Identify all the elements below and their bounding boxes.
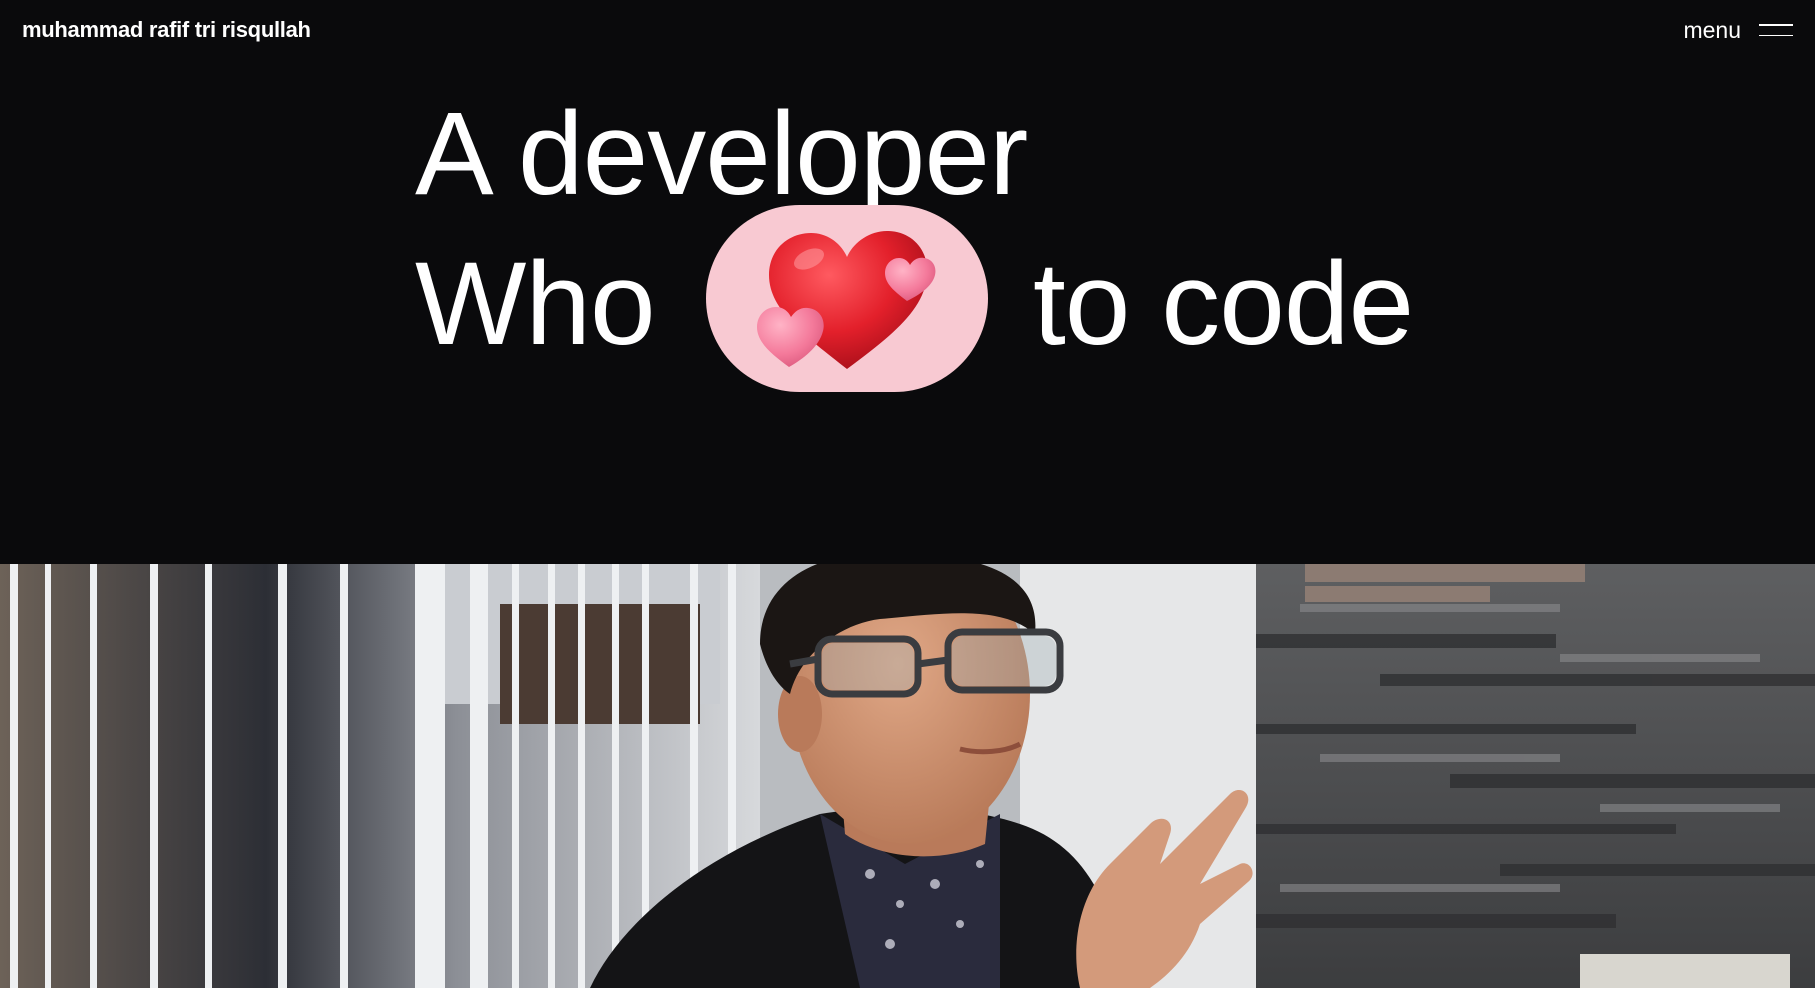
portrait-illustration: [0, 564, 1815, 988]
heart-emoji-pill: [706, 205, 988, 392]
site-header: muhammad rafif tri risqullah menu: [0, 0, 1815, 60]
page: muhammad rafif tri risqullah menu A deve…: [0, 0, 1815, 988]
menu-button[interactable]: menu: [1683, 17, 1793, 44]
hero-section: A developer Who to code: [0, 60, 1815, 564]
portrait-photo: [0, 564, 1815, 988]
hero-line-developer: A developer: [415, 88, 1028, 220]
hero-line-to-code: to code: [1033, 238, 1414, 370]
hamburger-icon: [1759, 24, 1793, 36]
hero-line-who: Who: [415, 238, 656, 370]
menu-label: menu: [1683, 16, 1741, 43]
two-hearts-icon: [757, 230, 936, 369]
brand-name-link[interactable]: muhammad rafif tri risqullah: [22, 17, 311, 43]
